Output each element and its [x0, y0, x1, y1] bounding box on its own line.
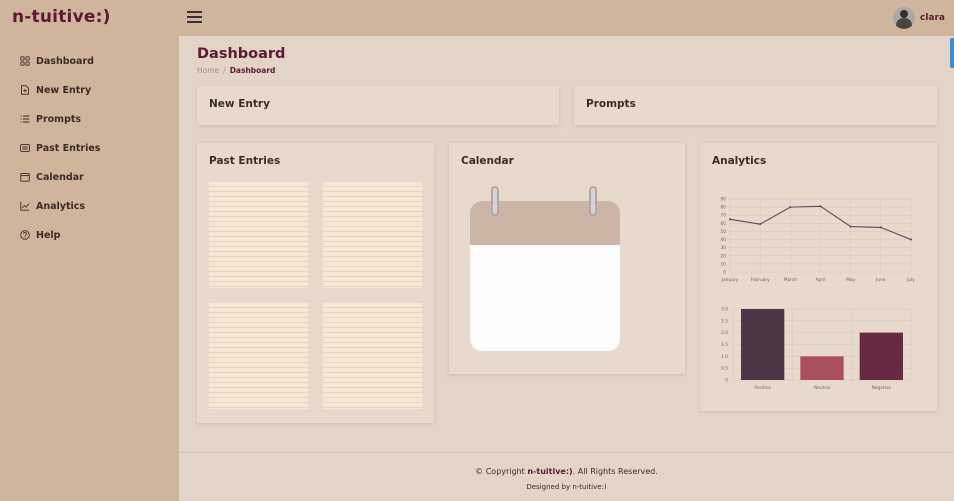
journal-page-image[interactable] — [209, 303, 308, 409]
card-title: New Entry — [209, 98, 270, 110]
menu-toggle-icon[interactable] — [187, 11, 202, 23]
copyright-suffix: . All Rights Reserved. — [572, 467, 658, 476]
sidebar: Dashboard New Entry Prompts Past Entries… — [0, 36, 179, 501]
y-tick-label: 50 — [721, 229, 727, 235]
sidebar-item-calendar[interactable]: Calendar — [20, 169, 84, 185]
sidebar-item-label: Dashboard — [36, 55, 94, 67]
y-tick-label: 60 — [721, 221, 727, 227]
chart-icon — [20, 201, 30, 211]
y-tick-label: 0.5 — [721, 366, 728, 372]
sidebar-item-past-entries[interactable]: Past Entries — [20, 140, 100, 156]
x-tick-label: Positive — [754, 385, 771, 391]
prompts-card[interactable]: Prompts — [574, 86, 937, 125]
y-tick-label: 10 — [721, 261, 727, 267]
calendar-icon — [20, 172, 30, 182]
y-tick-label: 3.0 — [721, 307, 728, 313]
card-icon — [20, 144, 30, 152]
sidebar-item-analytics[interactable]: Analytics — [20, 198, 85, 214]
x-tick-label: June — [875, 277, 886, 283]
y-tick-label: 30 — [721, 245, 727, 251]
x-tick-label: May — [846, 277, 855, 283]
y-tick-label: 90 — [721, 197, 727, 203]
sidebar-item-dashboard[interactable]: Dashboard — [20, 53, 94, 69]
data-point[interactable] — [879, 226, 882, 229]
new-entry-card[interactable]: New Entry — [197, 86, 559, 125]
analytics-card: Analytics 0 10 20 30 40 50 60 70 80 90 January Febr… — [700, 143, 937, 411]
breadcrumb-current: Dashboard — [229, 66, 276, 75]
card-title: Prompts — [586, 98, 636, 110]
y-tick-label: 80 — [721, 205, 727, 211]
x-tick-label: February — [751, 277, 770, 283]
calendar-illustration-icon[interactable] — [467, 183, 623, 353]
data-point[interactable] — [759, 223, 762, 226]
footer-copyright: © Copyright n-tuitive:). All Rights Rese… — [179, 467, 954, 476]
y-tick-label: 1.0 — [721, 354, 728, 360]
y-tick-label: 0 — [723, 270, 726, 276]
copyright-prefix: © Copyright — [475, 467, 525, 476]
data-point[interactable] — [729, 218, 731, 221]
sidebar-item-label: Help — [36, 229, 61, 241]
user-name[interactable]: clara — [920, 13, 945, 23]
user-menu[interactable]: clara — [892, 6, 945, 30]
breadcrumb-home[interactable]: Home — [197, 66, 219, 75]
sidebar-item-label: Prompts — [36, 113, 82, 125]
journal-page-image[interactable] — [323, 182, 422, 288]
x-tick-label: Negative — [872, 385, 892, 391]
sidebar-item-label: Calendar — [36, 171, 84, 183]
list-icon — [20, 115, 30, 123]
page-title: Dashboard — [197, 46, 286, 62]
y-tick-label: 20 — [721, 253, 727, 259]
sidebar-item-new-entry[interactable]: New Entry — [20, 82, 91, 98]
x-tick-label: April — [816, 277, 826, 283]
footer-designed-by: Designed by n-tuitive:) — [526, 483, 607, 491]
journal-page-image[interactable] — [323, 303, 422, 409]
calendar-card: Calendar — [449, 143, 685, 374]
mood-line-chart: 0 10 20 30 40 50 60 70 80 90 January February March A… — [721, 197, 916, 284]
y-tick-label: 70 — [721, 213, 727, 219]
sidebar-item-prompts[interactable]: Prompts — [20, 111, 81, 127]
x-tick-label: January — [721, 277, 739, 283]
x-tick-label: Neutral — [814, 385, 830, 391]
avatar[interactable] — [892, 7, 915, 29]
sidebar-item-label: New Entry — [36, 84, 92, 96]
sidebar-item-label: Analytics — [36, 200, 86, 212]
app-logo[interactable]: n-tuitive:) — [12, 7, 111, 27]
help-icon — [20, 230, 30, 240]
footer-brand: n-tuitive:) — [527, 467, 573, 476]
data-point[interactable] — [819, 205, 822, 208]
card-title: Past Entries — [209, 155, 281, 167]
scroll-indicator[interactable] — [950, 38, 954, 68]
footer-divider — [179, 452, 954, 453]
sentiment-bar-chart: 0 0.5 1.0 1.5 2.0 2.5 3.0 Positive Neutral Negati… — [721, 307, 912, 391]
file-plus-icon — [21, 85, 29, 95]
top-bar: n-tuitive:) clara — [0, 0, 954, 36]
y-tick-label: 1.5 — [721, 342, 728, 348]
bar[interactable] — [741, 309, 785, 380]
x-tick-label: March — [784, 277, 797, 283]
card-title: Calendar — [461, 155, 514, 167]
x-tick-label: July — [906, 277, 915, 283]
breadcrumb-separator: / — [223, 66, 226, 75]
y-tick-label: 40 — [721, 237, 727, 243]
bar[interactable] — [800, 356, 844, 380]
y-tick-label: 0 — [725, 378, 728, 384]
card-title: Analytics — [712, 155, 767, 167]
breadcrumb: Home / Dashboard — [197, 66, 275, 75]
data-point[interactable] — [910, 238, 912, 241]
grid-icon — [20, 56, 30, 66]
journal-page-image[interactable] — [209, 182, 308, 288]
sidebar-item-help[interactable]: Help — [20, 227, 60, 243]
y-tick-label: 2.5 — [721, 318, 728, 324]
data-point[interactable] — [849, 225, 852, 228]
sidebar-item-label: Past Entries — [36, 142, 101, 154]
bar[interactable] — [859, 332, 903, 380]
past-entries-card: Past Entries — [197, 143, 434, 423]
y-tick-label: 2.0 — [721, 330, 728, 336]
data-point[interactable] — [789, 206, 792, 209]
